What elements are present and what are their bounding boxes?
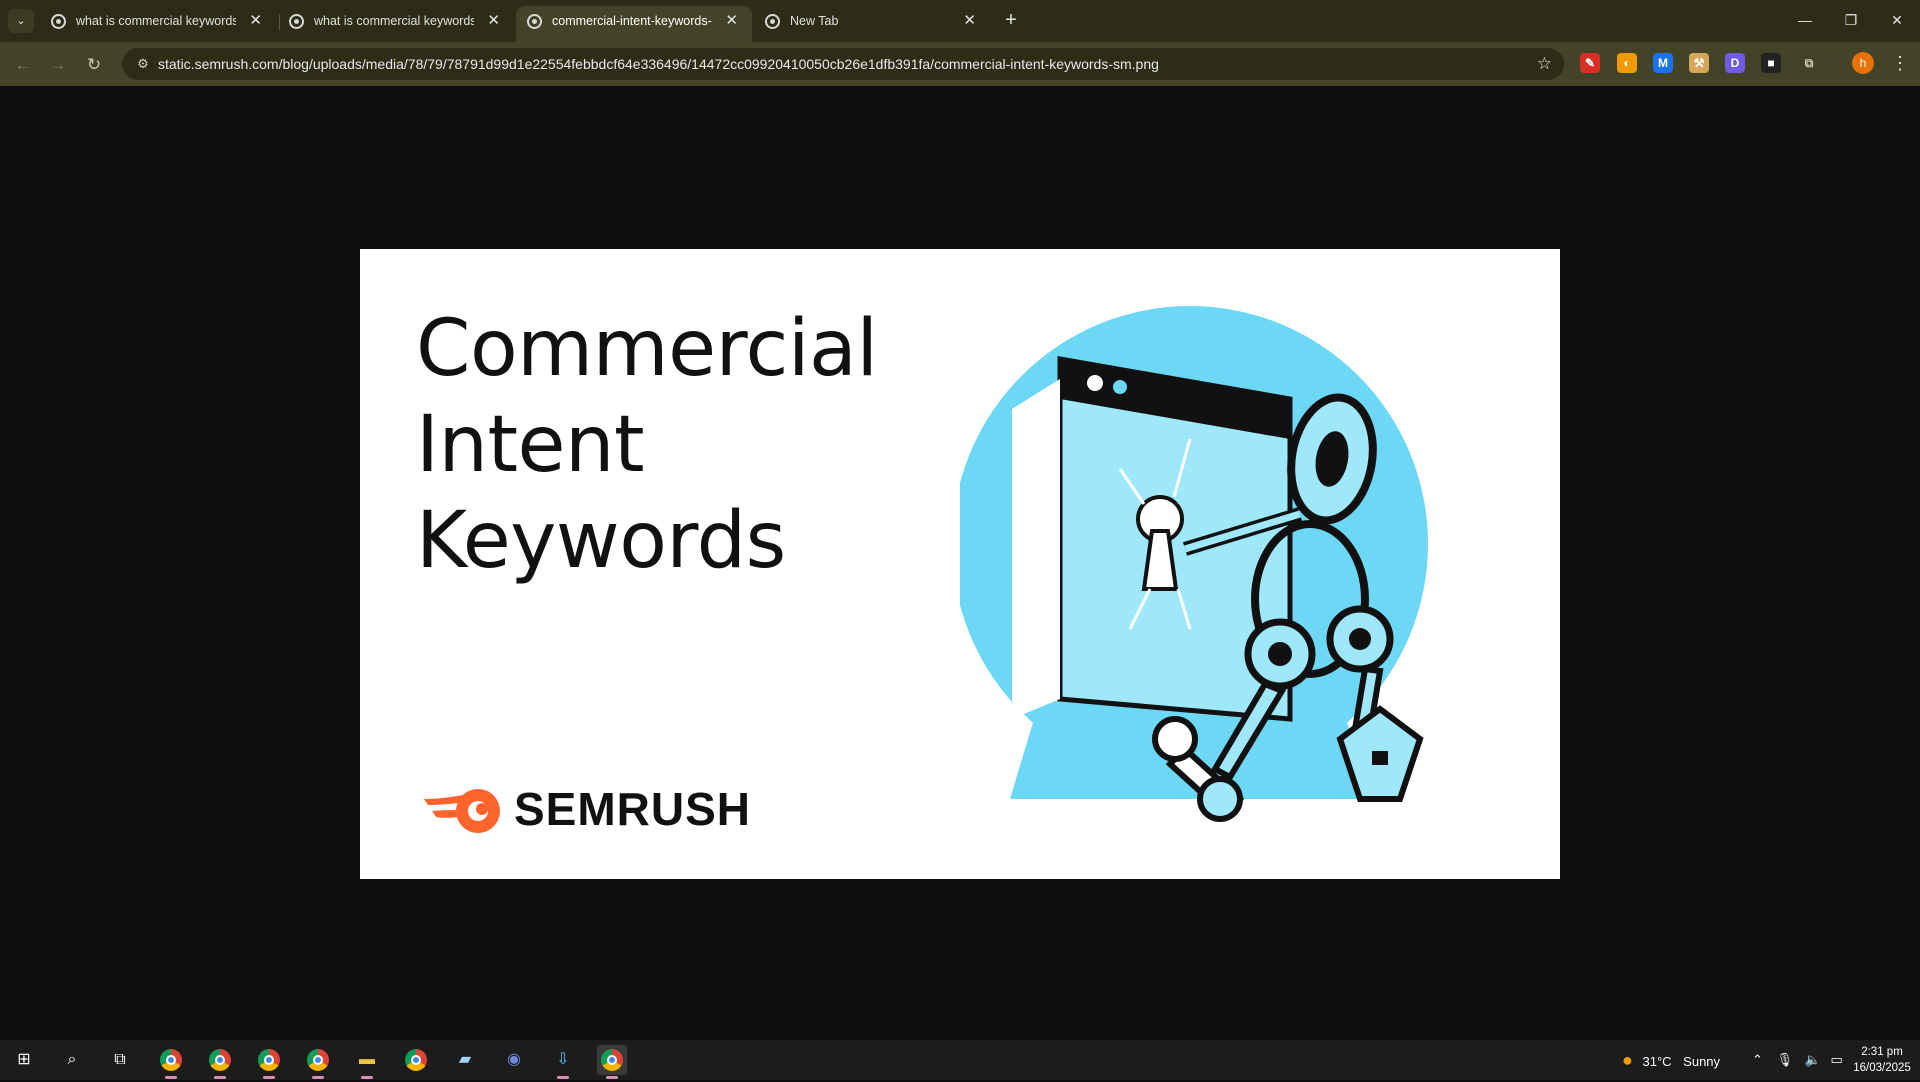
new-tab-button[interactable]: + — [996, 6, 1026, 36]
blue-m-icon[interactable]: M — [1653, 53, 1673, 73]
close-icon[interactable]: ✕ — [725, 6, 738, 36]
keys-browser-illustration — [960, 306, 1428, 822]
globe-icon — [289, 14, 304, 29]
orange-circle-icon[interactable]: ◐ — [1617, 53, 1637, 73]
chevron-up-icon[interactable]: ⌃ — [1752, 1052, 1763, 1067]
clock-date: 16/03/2025 — [1853, 1062, 1911, 1074]
reload-button[interactable]: ↻ — [79, 50, 109, 80]
globe-icon — [51, 14, 66, 29]
dark-square-icon[interactable]: ■ — [1761, 53, 1781, 73]
headline-line: Commercial — [416, 304, 878, 394]
notes-icon: ▰ — [458, 1051, 472, 1068]
tab-title: New Tab — [790, 14, 839, 28]
sun-icon: ● — [1622, 1050, 1633, 1070]
address-bar[interactable]: ⚙ static.semrush.com/blog/uploads/media/… — [122, 48, 1564, 80]
weather-condition: Sunny — [1683, 1054, 1721, 1069]
taskbar-chrome-4[interactable] — [303, 1045, 333, 1079]
purple-d-icon[interactable]: D — [1725, 53, 1745, 73]
taskbar-download-app[interactable]: ⇩ — [548, 1045, 578, 1079]
taskbar-chrome-5[interactable] — [401, 1045, 431, 1075]
taskbar-chrome-1[interactable] — [156, 1045, 186, 1079]
chrome-icon — [209, 1049, 231, 1071]
taskbar-notes-app[interactable]: ▰ — [450, 1045, 480, 1075]
tab-3-active[interactable]: commercial-intent-keywords-sm ✕ — [516, 6, 752, 42]
restore-button[interactable]: ❐ — [1828, 0, 1874, 40]
taskbar-chrome-2[interactable] — [205, 1045, 235, 1079]
task-view-icon: ⧉ — [114, 1051, 126, 1068]
taskbar-discord[interactable]: ◉ — [499, 1045, 529, 1075]
headline-line: Intent — [416, 400, 645, 490]
tab-1[interactable]: what is commercial keywords - ✕ — [40, 6, 276, 42]
profile-avatar[interactable]: h — [1852, 52, 1874, 74]
microphone-icon[interactable]: 🎙 — [1777, 1052, 1794, 1067]
clock[interactable]: 2:31 pm 16/03/2025 — [1850, 1044, 1914, 1076]
semrush-flame-icon — [424, 789, 500, 833]
reload-icon: ↻ — [86, 55, 102, 74]
start-button[interactable]: ⊞ — [9, 1045, 39, 1075]
taskbar-chrome-3[interactable] — [254, 1045, 284, 1079]
clock-time: 2:31 pm — [1861, 1046, 1903, 1058]
image-headline: Commercial Intent Keywords — [416, 301, 936, 589]
globe-icon — [527, 14, 542, 29]
tab-title: commercial-intent-keywords-sm — [552, 14, 712, 28]
task-view-button[interactable]: ⧉ — [105, 1045, 135, 1075]
arrow-left-icon: ← — [14, 55, 32, 74]
windows-icon: ⊞ — [17, 1051, 31, 1068]
displayed-image: Commercial Intent Keywords SEMRUSH — [360, 249, 1560, 879]
close-icon[interactable]: ✕ — [249, 6, 262, 36]
weather-widget[interactable]: ● 31°C Sunny — [1622, 1040, 1720, 1080]
chrome-icon — [601, 1049, 623, 1071]
close-icon[interactable]: ✕ — [487, 6, 500, 36]
discord-icon: ◉ — [507, 1051, 521, 1068]
headline-line: Keywords — [416, 496, 786, 586]
search-button[interactable]: ⌕ — [57, 1045, 87, 1075]
chrome-icon — [258, 1049, 280, 1071]
network-icon[interactable]: ▭ — [1830, 1052, 1842, 1067]
taskbar: ⊞ ⌕ ⧉ ▬ ▰ ◉ ⇩ ● 31°C Sunny ⌃ 🎙 🔈 ▭ 2:31 … — [0, 1040, 1920, 1080]
close-icon[interactable]: ✕ — [963, 6, 976, 36]
chrome-icon — [405, 1049, 427, 1071]
tab-strip: ⌄ what is commercial keywords - ✕ what i… — [0, 0, 1920, 42]
semrush-wordmark: SEMRUSH — [514, 783, 752, 835]
tab-title: what is commercial keywords - — [76, 14, 236, 28]
url-text[interactable]: static.semrush.com/blog/uploads/media/78… — [158, 48, 1159, 80]
puzzle-icon[interactable]: ⧉ — [1799, 53, 1819, 73]
tab-2[interactable]: what is commercial keywords - ✕ — [278, 6, 514, 42]
forward-button[interactable]: → — [43, 50, 73, 80]
tab-title: what is commercial keywords - — [314, 14, 474, 28]
image-viewer: Commercial Intent Keywords SEMRUSH — [0, 86, 1920, 1040]
system-tray[interactable]: ⌃ 🎙 🔈 ▭ — [1752, 1040, 1843, 1080]
volume-icon[interactable]: 🔈 — [1805, 1052, 1821, 1067]
site-info-icon[interactable]: ⚙ — [132, 53, 154, 75]
taskbar-file-explorer[interactable]: ▬ — [352, 1045, 382, 1079]
globe-icon — [765, 14, 780, 29]
chrome-icon — [307, 1049, 329, 1071]
folder-icon: ▬ — [359, 1051, 375, 1068]
minimize-button[interactable]: — — [1782, 0, 1828, 40]
arrow-right-icon: → — [49, 55, 67, 74]
chrome-icon — [160, 1049, 182, 1071]
bookmark-star-icon[interactable]: ☆ — [1537, 48, 1552, 80]
tools-icon[interactable]: ⚒ — [1689, 53, 1709, 73]
close-window-button[interactable]: ✕ — [1874, 0, 1920, 40]
back-button[interactable]: ← — [8, 50, 38, 80]
taskbar-chrome-active[interactable] — [597, 1045, 627, 1079]
search-icon: ⌕ — [67, 1051, 77, 1068]
tab-4[interactable]: New Tab ✕ — [754, 6, 990, 42]
menu-kebab-icon[interactable]: ⋮ — [1890, 50, 1910, 76]
download-icon: ⇩ — [556, 1051, 570, 1068]
red-pen-icon[interactable]: ✎ — [1580, 53, 1600, 73]
weather-temp: 31°C — [1642, 1054, 1672, 1069]
tab-search-button[interactable]: ⌄ — [8, 9, 34, 33]
